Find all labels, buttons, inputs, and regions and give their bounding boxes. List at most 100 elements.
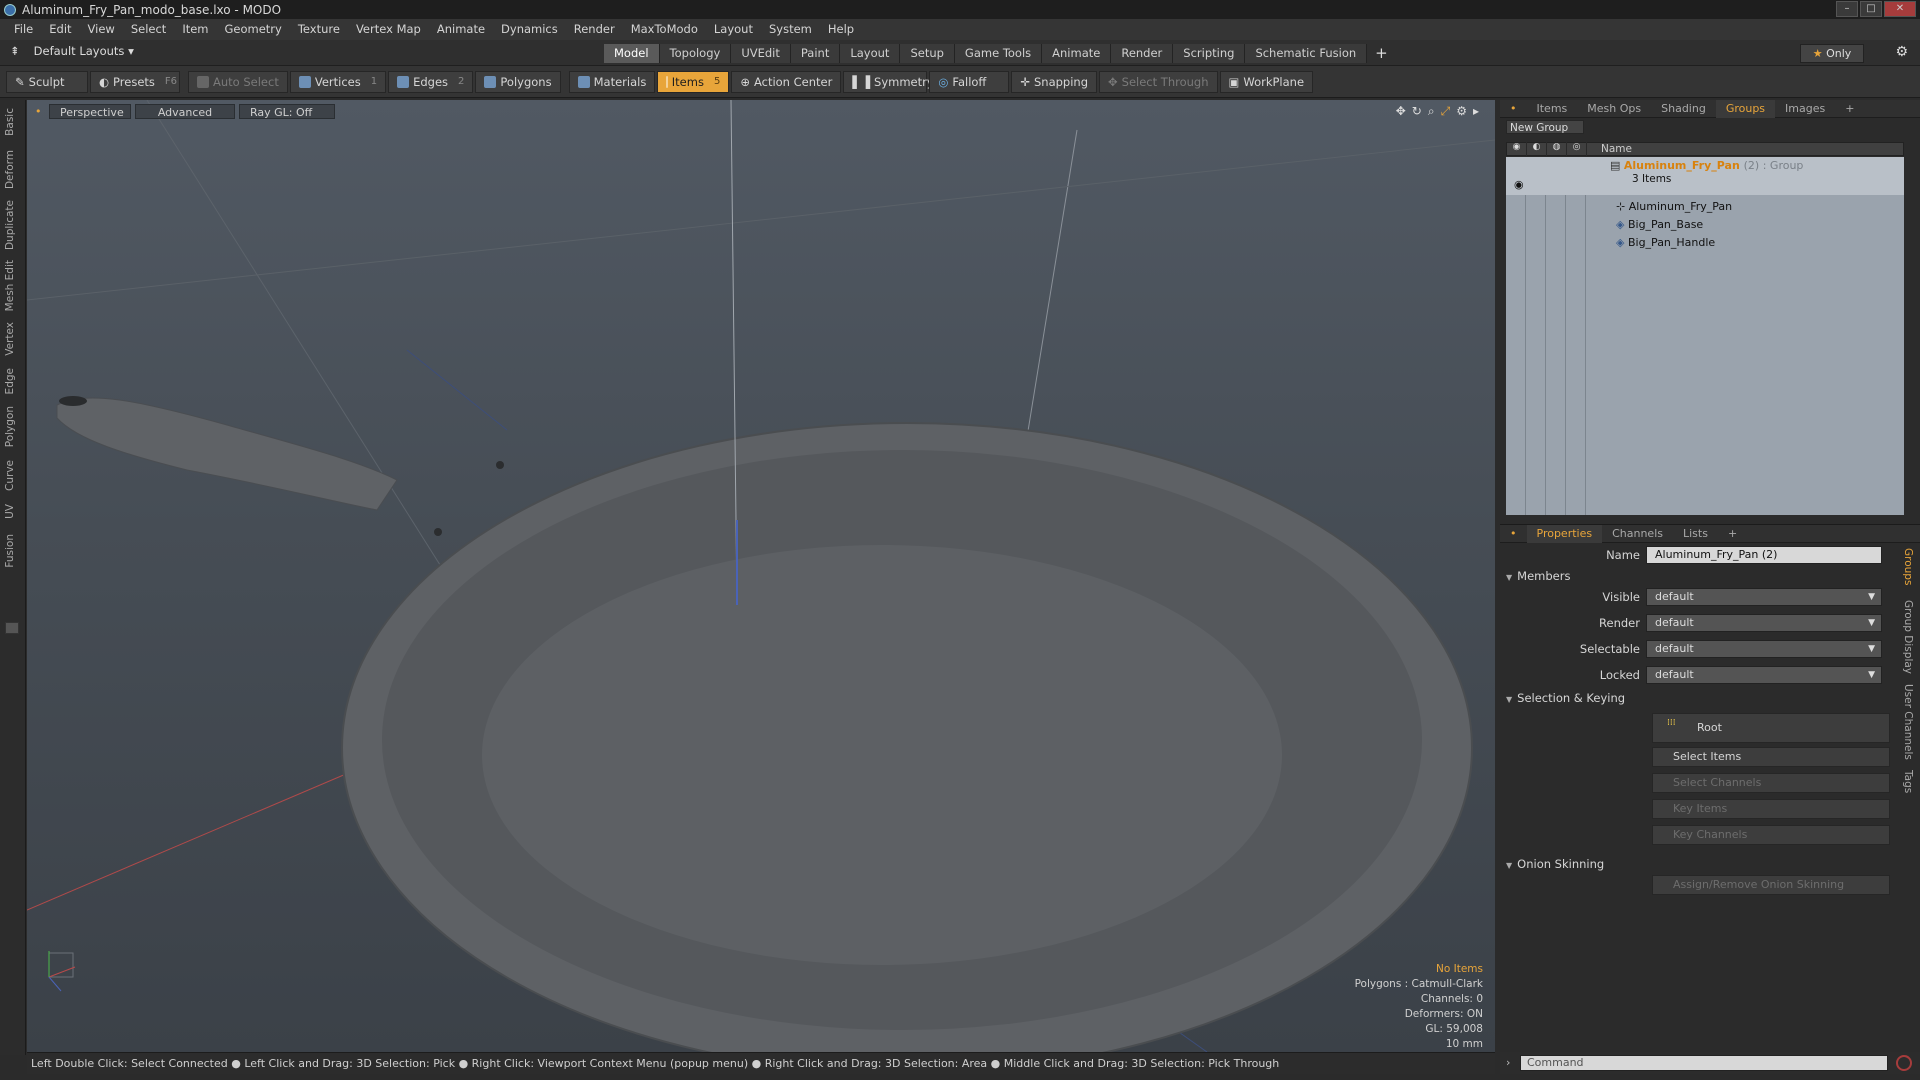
lefttab-curve[interactable]: Curve: [4, 460, 16, 491]
edges-button[interactable]: Edges 2: [388, 70, 474, 93]
fit-icon[interactable]: ⤢: [1441, 104, 1451, 119]
zoom-icon[interactable]: ⌕: [1428, 104, 1435, 119]
visibility-column-icon[interactable]: ◉: [1507, 142, 1527, 156]
menu-texture[interactable]: Texture: [290, 19, 348, 40]
key-channels-button[interactable]: Key Channels: [1652, 825, 1890, 845]
viewport-menu-icon[interactable]: •: [35, 104, 45, 119]
menu-maxtomodo[interactable]: MaxToModo: [623, 19, 706, 40]
tab-game-tools[interactable]: Game Tools: [954, 44, 1043, 63]
select-channels-button[interactable]: Select Channels: [1652, 773, 1890, 793]
tab-topology[interactable]: Topology: [659, 44, 732, 63]
tab-schematic-fusion[interactable]: Schematic Fusion: [1245, 44, 1368, 63]
selection-keying-section[interactable]: ▼ Selection & Keying: [1506, 691, 1625, 705]
tab-items[interactable]: Items: [1527, 100, 1578, 118]
add-panel-tab-icon[interactable]: +: [1835, 100, 1864, 118]
lock-column-icon[interactable]: ◍: [1547, 142, 1567, 156]
lefttab-vertex[interactable]: Vertex: [4, 322, 16, 356]
assign-onion-button[interactable]: Assign/Remove Onion Skinning: [1652, 875, 1890, 895]
menu-edit[interactable]: Edit: [41, 19, 79, 40]
render-column-icon[interactable]: ◐: [1527, 142, 1547, 156]
eye-icon[interactable]: ◉: [1514, 177, 1524, 192]
menu-help[interactable]: Help: [820, 19, 862, 40]
record-macro-icon[interactable]: [1896, 1055, 1912, 1071]
collapse-tabs-icon[interactable]: [5, 622, 19, 634]
menu-layout[interactable]: Layout: [706, 19, 761, 40]
tab-model[interactable]: Model: [604, 44, 660, 63]
tab-shading[interactable]: Shading: [1651, 100, 1716, 118]
tab-layout[interactable]: Layout: [840, 44, 901, 63]
tab-setup[interactable]: Setup: [900, 44, 955, 63]
items-button[interactable]: Items 5: [657, 70, 730, 93]
materials-button[interactable]: Materials: [568, 70, 656, 93]
tab-lists[interactable]: Lists: [1673, 525, 1718, 543]
close-button[interactable]: ✕: [1884, 1, 1916, 17]
3d-viewport[interactable]: • Perspective Advanced Ray GL: Off ✥ ↻ ⌕…: [27, 100, 1495, 1052]
tab-groups[interactable]: Groups: [1715, 99, 1776, 118]
tab-paint[interactable]: Paint: [790, 44, 841, 63]
vtab-groups[interactable]: Groups: [1902, 548, 1914, 585]
viewport-arrow-icon[interactable]: ▸: [1473, 104, 1479, 119]
menu-select[interactable]: Select: [123, 19, 174, 40]
render-select[interactable]: default ▼: [1646, 614, 1882, 632]
locked-select[interactable]: default ▼: [1646, 666, 1882, 684]
list-item[interactable]: ◈ Big_Pan_Handle: [1616, 235, 1715, 250]
add-panel-tab-icon[interactable]: +: [1718, 525, 1747, 543]
tab-images[interactable]: Images: [1775, 100, 1835, 118]
layout-collapse-icon[interactable]: ⇞: [10, 44, 20, 58]
command-input[interactable]: Command: [1520, 1055, 1888, 1071]
lefttab-fusion[interactable]: Fusion: [4, 534, 16, 568]
tab-scripting[interactable]: Scripting: [1173, 44, 1246, 63]
menu-animate[interactable]: Animate: [429, 19, 493, 40]
list-item[interactable]: ⊹ Aluminum_Fry_Pan: [1616, 199, 1732, 214]
action-center-button[interactable]: ⊕ Action Center: [731, 70, 842, 93]
presets-button[interactable]: ◐ Presets F6: [90, 70, 180, 93]
name-field[interactable]: Aluminum_Fry_Pan (2): [1646, 546, 1882, 564]
advanced-button[interactable]: Advanced: [135, 104, 235, 119]
key-items-button[interactable]: Key Items: [1652, 799, 1890, 819]
workplane-button[interactable]: ▣ WorkPlane: [1219, 70, 1314, 93]
minimize-button[interactable]: –: [1836, 1, 1858, 17]
lefttab-uv[interactable]: UV: [4, 504, 16, 519]
symmetry-button[interactable]: ▌▐ Symmetry: [843, 70, 934, 93]
add-tab-icon[interactable]: +: [1367, 44, 1396, 63]
root-button[interactable]: ⁞⁞⁞ Root: [1652, 713, 1890, 743]
lefttab-mesh-edit[interactable]: Mesh Edit: [4, 260, 16, 311]
polygons-button[interactable]: Polygons: [475, 70, 561, 93]
lefttab-duplicate[interactable]: Duplicate: [4, 200, 16, 250]
raygl-button[interactable]: Ray GL: Off: [239, 104, 335, 119]
tab-uvedit[interactable]: UVEdit: [731, 44, 791, 63]
tab-render[interactable]: Render: [1111, 44, 1174, 63]
list-item[interactable]: ◈ Big_Pan_Base: [1616, 217, 1703, 232]
viewport-gear-icon[interactable]: ⚙: [1456, 104, 1467, 119]
rotate-icon[interactable]: ↻: [1412, 104, 1422, 119]
group-name[interactable]: ▤ Aluminum_Fry_Pan (2) : Group: [1610, 158, 1803, 173]
new-group-button[interactable]: New Group: [1506, 120, 1584, 134]
menu-item[interactable]: Item: [174, 19, 216, 40]
vtab-group-display[interactable]: Group Display: [1902, 600, 1914, 674]
auto-select-button[interactable]: Auto Select: [188, 70, 288, 93]
lefttab-deform[interactable]: Deform: [4, 150, 16, 189]
vtab-user-channels[interactable]: User Channels: [1902, 684, 1914, 760]
lefttab-basic[interactable]: Basic: [4, 108, 16, 136]
selectable-select[interactable]: default ▼: [1646, 640, 1882, 658]
sculpt-button[interactable]: ✎ Sculpt: [6, 70, 88, 93]
menu-system[interactable]: System: [761, 19, 820, 40]
lefttab-polygon[interactable]: Polygon: [4, 406, 16, 447]
snapping-button[interactable]: ✛ Snapping: [1011, 70, 1098, 93]
menu-vertex-map[interactable]: Vertex Map: [348, 19, 429, 40]
tab-mesh-ops[interactable]: Mesh Ops: [1577, 100, 1651, 118]
visible-select[interactable]: default ▼: [1646, 588, 1882, 606]
gear-icon[interactable]: ⚙: [1895, 44, 1908, 60]
vertices-button[interactable]: Vertices 1: [289, 70, 387, 93]
maximize-button[interactable]: □: [1860, 1, 1882, 17]
menu-dynamics[interactable]: Dynamics: [493, 19, 566, 40]
panel-menu-icon[interactable]: •: [1500, 525, 1527, 543]
pan-icon[interactable]: ✥: [1396, 104, 1406, 119]
perspective-button[interactable]: Perspective: [49, 104, 131, 119]
falloff-button[interactable]: ◎ Falloff: [929, 70, 1010, 93]
vtab-tags[interactable]: Tags: [1902, 770, 1914, 793]
members-section[interactable]: ▼ Members: [1506, 569, 1570, 583]
menu-view[interactable]: View: [80, 19, 123, 40]
only-button[interactable]: ★ Only: [1800, 44, 1864, 63]
panel-menu-icon[interactable]: •: [1500, 100, 1527, 118]
